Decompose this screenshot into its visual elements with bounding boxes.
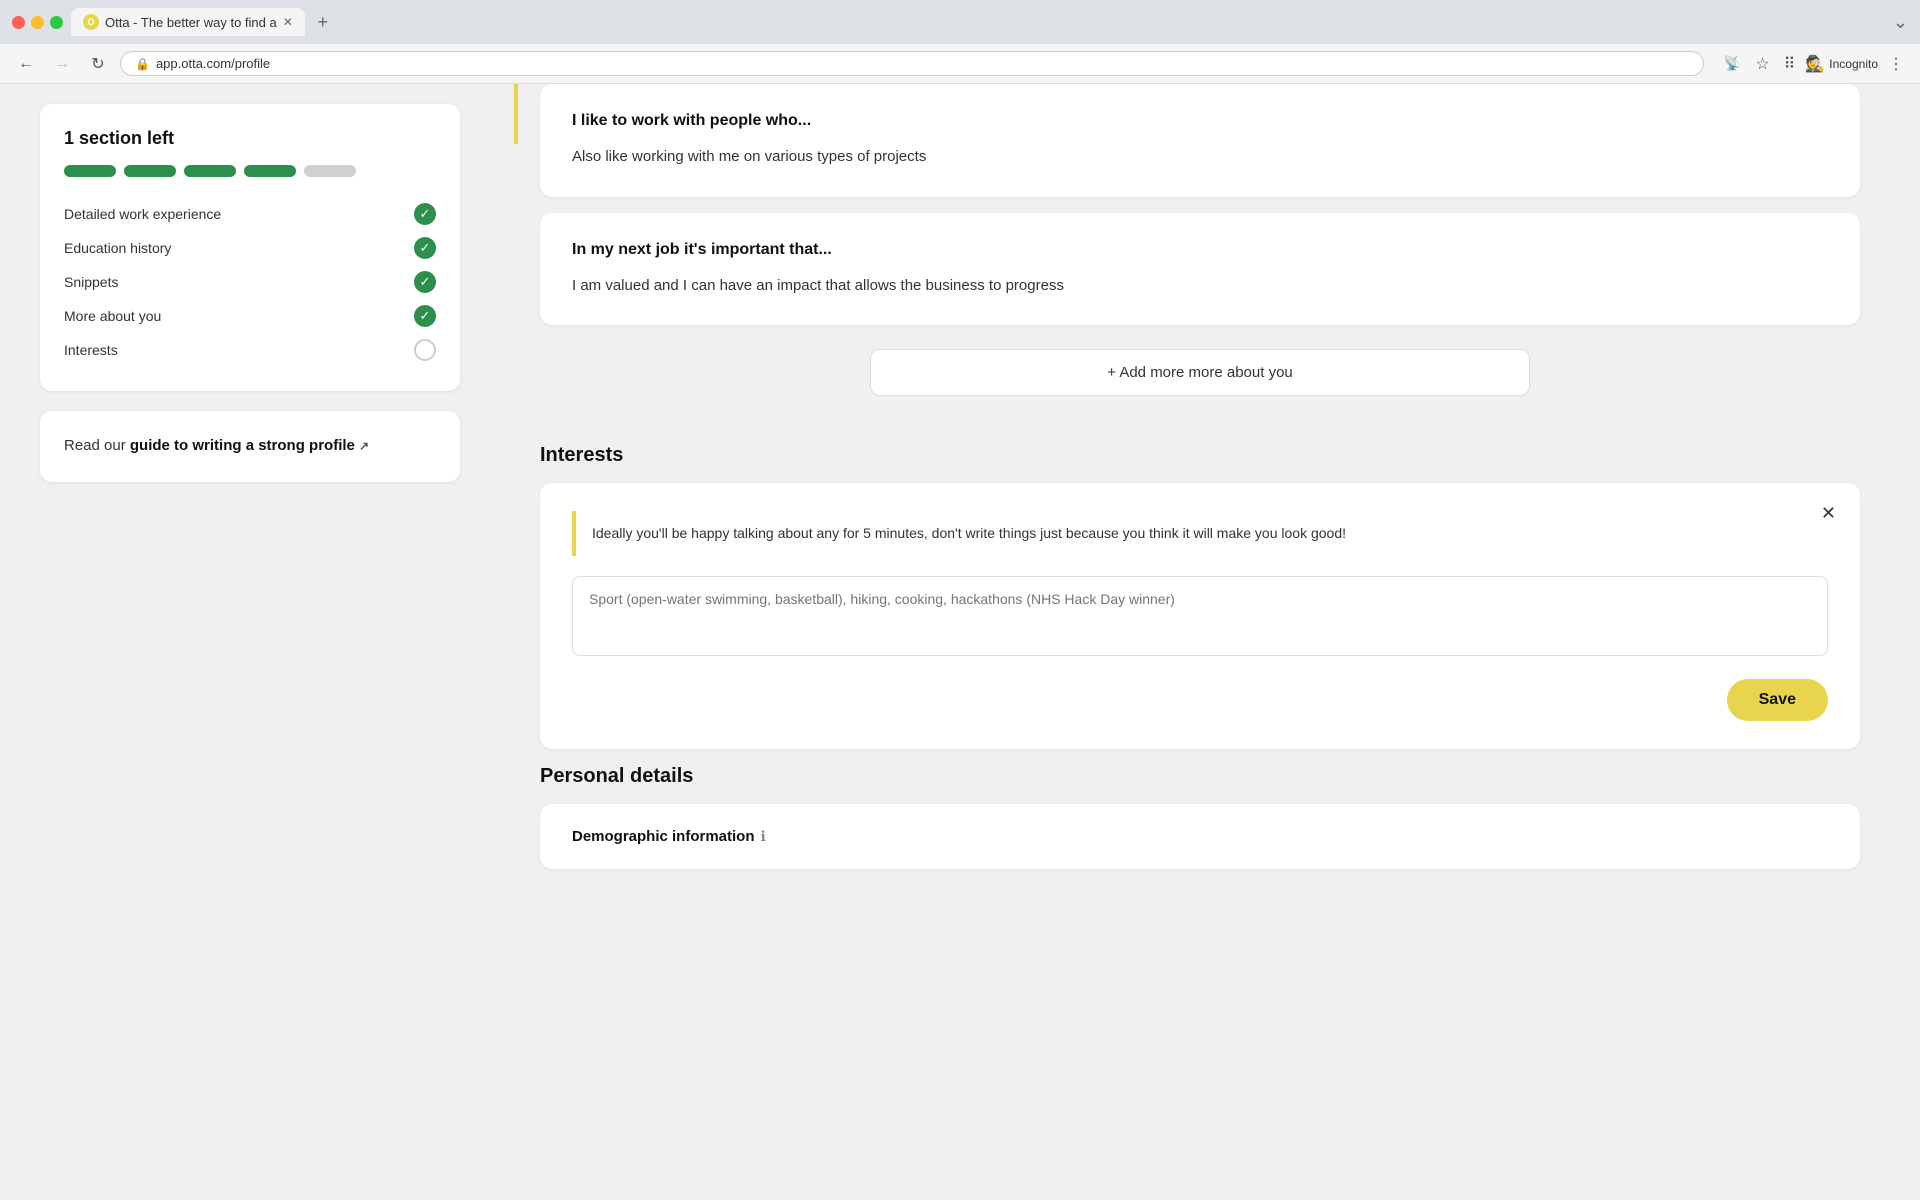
- tab-list-button[interactable]: ⌄: [1893, 12, 1908, 33]
- work-people-answer: Also like working with me on various typ…: [572, 146, 1828, 169]
- traffic-lights: [12, 16, 63, 29]
- close-interests-button[interactable]: ✕: [1821, 503, 1836, 524]
- page-content: 1 section left Detailed work experience …: [0, 84, 1920, 1200]
- external-link-icon: ↗: [359, 437, 369, 455]
- browser-chrome: O Otta - The better way to find a ✕ + ⌄ …: [0, 0, 1920, 84]
- guide-prefix: Read our: [64, 437, 130, 454]
- check-icon-5: [414, 339, 436, 361]
- check-icon-2: ✓: [414, 237, 436, 259]
- minimize-window-button[interactable]: [31, 16, 44, 29]
- forward-button[interactable]: →: [48, 50, 76, 78]
- interests-input[interactable]: [572, 576, 1828, 656]
- checklist-item-4: More about you ✓: [64, 299, 436, 333]
- next-job-answer: I am valued and I can have an impact tha…: [572, 275, 1828, 298]
- progress-title: 1 section left: [64, 128, 436, 149]
- checklist-item-3: Snippets ✓: [64, 265, 436, 299]
- checklist-item-2: Education history ✓: [64, 231, 436, 265]
- save-row: Save: [572, 679, 1828, 721]
- tab-bar: O Otta - The better way to find a ✕ +: [71, 8, 1885, 36]
- sidebar: 1 section left Detailed work experience …: [0, 84, 500, 1200]
- lock-icon: 🔒: [135, 57, 150, 71]
- pill-2: [124, 165, 176, 177]
- demographic-info-icon: ℹ: [761, 828, 766, 845]
- progress-pills: [64, 165, 436, 177]
- address-bar[interactable]: 🔒 app.otta.com/profile: [120, 51, 1704, 76]
- tab-close-button[interactable]: ✕: [283, 15, 293, 29]
- checklist-label-5: Interests: [64, 342, 118, 358]
- scroll-indicator: [514, 84, 518, 144]
- tab-title: Otta - The better way to find a: [105, 15, 277, 30]
- check-icon-3: ✓: [414, 271, 436, 293]
- close-window-button[interactable]: [12, 16, 25, 29]
- check-icon-4: ✓: [414, 305, 436, 327]
- maximize-window-button[interactable]: [50, 16, 63, 29]
- nav-actions: 📡 ☆ ⠿ 🕵 Incognito ⋮: [1720, 50, 1908, 78]
- reload-button[interactable]: ↻: [84, 50, 112, 78]
- interests-warning-text: Ideally you'll be happy talking about an…: [592, 525, 1346, 541]
- checklist-label-4: More about you: [64, 308, 161, 324]
- save-button[interactable]: Save: [1727, 679, 1828, 721]
- add-more-button[interactable]: + Add more more about you: [870, 349, 1530, 396]
- checklist-label-3: Snippets: [64, 274, 118, 290]
- pill-1: [64, 165, 116, 177]
- guide-card: Read our guide to writing a strong profi…: [40, 411, 460, 482]
- back-button[interactable]: ←: [12, 50, 40, 78]
- interests-warning-box: Ideally you'll be happy talking about an…: [572, 511, 1828, 556]
- browser-menu-icon[interactable]: ⠿: [1780, 50, 1800, 78]
- incognito-badge: 🕵 Incognito: [1805, 54, 1878, 74]
- work-people-question: I like to work with people who...: [572, 112, 1828, 130]
- new-tab-button[interactable]: +: [309, 8, 337, 36]
- active-tab[interactable]: O Otta - The better way to find a ✕: [71, 8, 305, 36]
- pill-5: [304, 165, 356, 177]
- checklist-item-1: Detailed work experience ✓: [64, 197, 436, 231]
- check-icon-1: ✓: [414, 203, 436, 225]
- demographic-card: Demographic information ℹ: [540, 804, 1860, 869]
- next-job-card: In my next job it's important that... I …: [540, 213, 1860, 326]
- more-options-icon[interactable]: ⋮: [1884, 50, 1908, 78]
- demographic-label: Demographic information: [572, 828, 755, 845]
- add-more-label: + Add more more about you: [1107, 364, 1293, 381]
- progress-card: 1 section left Detailed work experience …: [40, 104, 460, 391]
- guide-link[interactable]: guide to writing a strong profile ↗: [130, 437, 369, 454]
- cast-icon[interactable]: 📡: [1720, 51, 1745, 76]
- interests-card: ✕ Ideally you'll be happy talking about …: [540, 483, 1860, 749]
- interests-section-title: Interests: [540, 444, 1860, 467]
- personal-details-title: Personal details: [540, 765, 1860, 788]
- incognito-label: Incognito: [1829, 57, 1878, 71]
- checklist-label-2: Education history: [64, 240, 171, 256]
- nav-bar: ← → ↻ 🔒 app.otta.com/profile 📡 ☆ ⠿ 🕵 Inc…: [0, 44, 1920, 84]
- main-content: I like to work with people who... Also l…: [500, 84, 1920, 1200]
- checklist-label-1: Detailed work experience: [64, 206, 221, 222]
- guide-link-text: guide to writing a strong profile: [130, 437, 355, 454]
- tab-favicon: O: [83, 14, 99, 30]
- bookmark-icon[interactable]: ☆: [1751, 50, 1773, 78]
- checklist-item-5: Interests: [64, 333, 436, 367]
- work-people-card: I like to work with people who... Also l…: [540, 84, 1860, 197]
- pill-4: [244, 165, 296, 177]
- url-text: app.otta.com/profile: [156, 56, 270, 71]
- pill-3: [184, 165, 236, 177]
- next-job-question: In my next job it's important that...: [572, 241, 1828, 259]
- titlebar: O Otta - The better way to find a ✕ + ⌄: [0, 0, 1920, 44]
